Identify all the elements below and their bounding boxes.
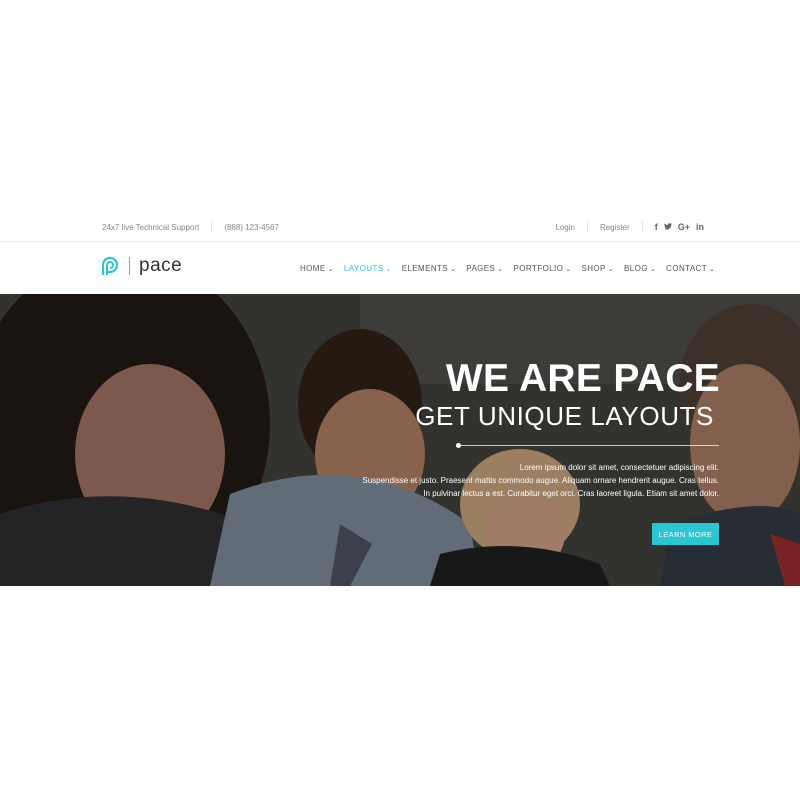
nav-label: LAYOUTS xyxy=(343,264,384,273)
site-logo[interactable]: pace xyxy=(98,254,182,278)
chevron-down-icon: ⌄ xyxy=(607,265,615,273)
hero-subtitle: GET UNIQUE LAYOUTS xyxy=(415,401,714,431)
nav-pages[interactable]: PAGES ⌄ xyxy=(461,242,508,295)
chevron-down-icon: ⌄ xyxy=(327,265,334,273)
brand-name: pace xyxy=(139,255,183,276)
chevron-down-icon: ⌄ xyxy=(649,265,657,273)
nav-label: HOME xyxy=(300,264,326,273)
primary-menu: HOME ⌄ LAYOUTS ⌄ ELEMENTS ⌄ PAGES ⌄ PORTFOLI… xyxy=(300,242,720,296)
google-plus-icon[interactable]: G+ xyxy=(678,222,690,232)
chevron-down-icon: ⌄ xyxy=(385,265,392,273)
linkedin-icon[interactable]: in xyxy=(696,222,704,232)
hero-title: WE ARE PACE xyxy=(445,357,720,400)
login-link[interactable]: Login xyxy=(555,223,575,232)
chevron-down-icon: ⌄ xyxy=(450,265,457,273)
nav-elements[interactable]: ELEMENTS ⌄ xyxy=(397,242,462,295)
hero-text-line: Lorem ipsum dolor sit amet, consectetuer… xyxy=(519,463,719,472)
nav-label: ELEMENTS xyxy=(401,264,449,273)
phone-number: (888) 123-4567 xyxy=(224,222,279,232)
top-bar-actions: Login Register f G+ in xyxy=(555,221,704,233)
learn-more-button[interactable]: LEARN MORE xyxy=(652,523,719,545)
register-link[interactable]: Register xyxy=(600,223,630,232)
nav-contact[interactable]: CONTACT ⌄ xyxy=(661,242,720,295)
hero-text-line: Suspendisse et justo. Praesent mattis co… xyxy=(362,476,719,485)
nav-blog[interactable]: BLOG ⌄ xyxy=(619,242,661,295)
nav-shop[interactable]: SHOP ⌄ xyxy=(577,242,620,295)
divider xyxy=(641,221,643,233)
logo-separator xyxy=(129,257,130,275)
chevron-down-icon: ⌄ xyxy=(709,265,716,273)
nav-portfolio[interactable]: PORTFOLIO ⌄ xyxy=(509,242,577,295)
facebook-icon[interactable]: f xyxy=(655,222,658,232)
nav-label: BLOG xyxy=(624,264,648,273)
nav-label: CONTACT xyxy=(666,264,708,273)
hero-divider-dot xyxy=(456,443,461,448)
top-bar-contact: 24x7 live Technical Support (888) 123-45… xyxy=(102,221,279,233)
nav-label: PORTFOLIO xyxy=(513,264,564,273)
pace-logo-icon xyxy=(101,256,119,275)
chevron-down-icon: ⌄ xyxy=(565,265,572,273)
twitter-icon[interactable] xyxy=(663,222,672,232)
hero-text-line: In pulvinar lectus a est. Curabitur eget… xyxy=(423,489,719,498)
divider xyxy=(586,221,588,233)
hero-slider: WE ARE PACE GET UNIQUE LAYOUTS Lorem ips… xyxy=(0,294,800,586)
chevron-down-icon: ⌄ xyxy=(497,265,504,273)
nav-label: PAGES xyxy=(466,264,496,273)
hero-divider-line xyxy=(457,445,719,446)
main-navbar: pace HOME ⌄ LAYOUTS ⌄ ELEMENTS ⌄ PAGES ⌄ POR… xyxy=(0,241,800,296)
support-text: 24x7 live Technical Support xyxy=(102,222,200,232)
nav-label: SHOP xyxy=(581,264,606,273)
nav-layouts[interactable]: LAYOUTS ⌄ xyxy=(332,242,403,296)
hero-description: Lorem ipsum dolor sit amet, consectetuer… xyxy=(339,461,719,500)
divider xyxy=(211,221,213,233)
top-bar: 24x7 live Technical Support (888) 123-45… xyxy=(0,212,800,240)
social-links: f G+ in xyxy=(655,222,704,232)
nav-home[interactable]: HOME ⌄ xyxy=(300,242,339,295)
